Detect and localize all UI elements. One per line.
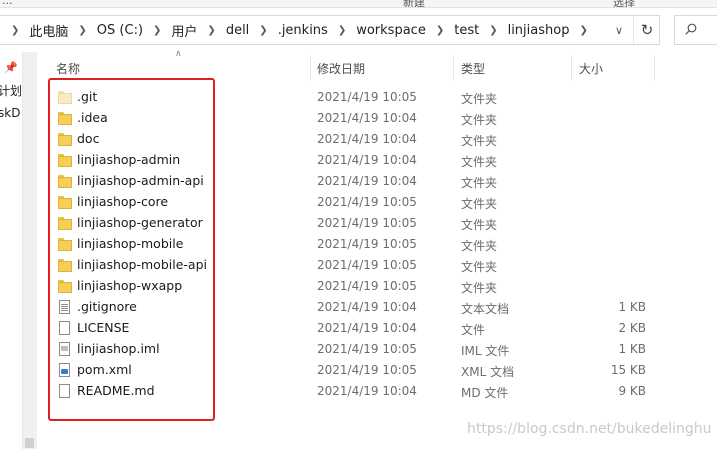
file-type: 文本文档 [461,302,510,316]
column-divider[interactable] [310,55,311,81]
breadcrumb-dell[interactable]: dell [224,23,251,38]
address-bar[interactable]: ❯ 此电脑 ❯ OS (C:) ❯ 用户 ❯ dell ❯ .jenkins ❯… [0,15,660,45]
file-modified-date: 2021/4/19 10:05 [317,258,417,272]
breadcrumb-drive[interactable]: OS (C:) [95,23,145,38]
chevron-right-icon[interactable]: ❯ [571,25,595,36]
ribbon-label-select[interactable]: 选择 [613,0,635,7]
chevron-right-icon[interactable]: ❯ [145,25,169,36]
file-size: 9 KB [618,384,646,398]
file-type: 文件夹 [461,260,498,274]
ribbon-label[interactable]: ... [2,0,13,7]
file-modified-date: 2021/4/19 10:04 [317,153,417,167]
scrollbar-thumb[interactable] [25,438,34,448]
chevron-right-icon[interactable]: ❯ [251,25,275,36]
file-size: 2 KB [618,321,646,335]
column-header-date[interactable]: 修改日期 [317,55,453,81]
breadcrumb: ❯ 此电脑 ❯ OS (C:) ❯ 用户 ❯ dell ❯ .jenkins ❯… [11,16,596,44]
ribbon-strip: ... 新建 选择 [0,0,717,8]
search-input[interactable] [674,15,717,45]
file-modified-date: 2021/4/19 10:05 [317,90,417,104]
chevron-right-icon[interactable]: ❯ [428,25,452,36]
file-type: 文件夹 [461,239,498,253]
file-modified-date: 2021/4/19 10:05 [317,342,417,356]
breadcrumb-linjiashop[interactable]: linjiashop [506,23,572,38]
file-type: 文件夹 [461,197,498,211]
file-type: 文件 [461,323,486,337]
ribbon-label-new[interactable]: 新建 [403,0,425,7]
chevron-right-icon[interactable]: ❯ [70,25,94,36]
file-type: 文件夹 [461,155,498,169]
file-type: 文件夹 [461,92,498,106]
breadcrumb-jenkins[interactable]: .jenkins [276,23,330,38]
file-size: 1 KB [618,300,646,314]
breadcrumb-test[interactable]: test [452,23,481,38]
annotation-highlight-box [48,78,215,421]
file-size: 1 KB [618,342,646,356]
file-type: 文件夹 [461,113,498,127]
file-modified-date: 2021/4/19 10:04 [317,300,417,314]
search-icon [685,23,697,35]
column-header-size[interactable]: 大小 [579,55,653,81]
chevron-right-icon[interactable]: ❯ [481,25,505,36]
chevron-right-icon[interactable]: ❯ [199,25,223,36]
file-modified-date: 2021/4/19 10:04 [317,384,417,398]
breadcrumb-workspace[interactable]: workspace [354,23,428,38]
file-size: 15 KB [610,363,646,377]
breadcrumb-this-pc[interactable]: 此电脑 [27,21,70,40]
file-modified-date: 2021/4/19 10:05 [317,237,417,251]
file-type: MD 文件 [461,386,509,400]
column-divider[interactable] [654,55,655,81]
refresh-icon[interactable]: ↻ [633,16,660,44]
file-modified-date: 2021/4/19 10:04 [317,132,417,146]
file-modified-date: 2021/4/19 10:05 [317,279,417,293]
file-type: IML 文件 [461,344,510,358]
file-modified-date: 2021/4/19 10:05 [317,363,417,377]
file-type: 文件夹 [461,218,498,232]
file-modified-date: 2021/4/19 10:05 [317,195,417,209]
file-modified-date: 2021/4/19 10:04 [317,321,417,335]
file-modified-date: 2021/4/19 10:04 [317,174,417,188]
file-type: 文件夹 [461,134,498,148]
pin-icon[interactable]: 📌 [4,61,18,74]
chevron-right-icon[interactable]: ❯ [330,25,354,36]
file-type: 文件夹 [461,176,498,190]
watermark: https://blog.csdn.net/bukedelinghu [467,421,712,437]
chevron-down-icon[interactable]: ∨ [611,16,627,44]
chevron-right-icon[interactable]: ❯ [11,25,27,36]
column-divider[interactable] [453,55,454,81]
file-type: 文件夹 [461,281,498,295]
file-modified-date: 2021/4/19 10:04 [317,111,417,125]
column-header-type[interactable]: 类型 [461,55,571,81]
file-modified-date: 2021/4/19 10:05 [317,216,417,230]
file-type: XML 文档 [461,365,515,379]
breadcrumb-users[interactable]: 用户 [169,21,199,40]
column-divider[interactable] [571,55,572,81]
